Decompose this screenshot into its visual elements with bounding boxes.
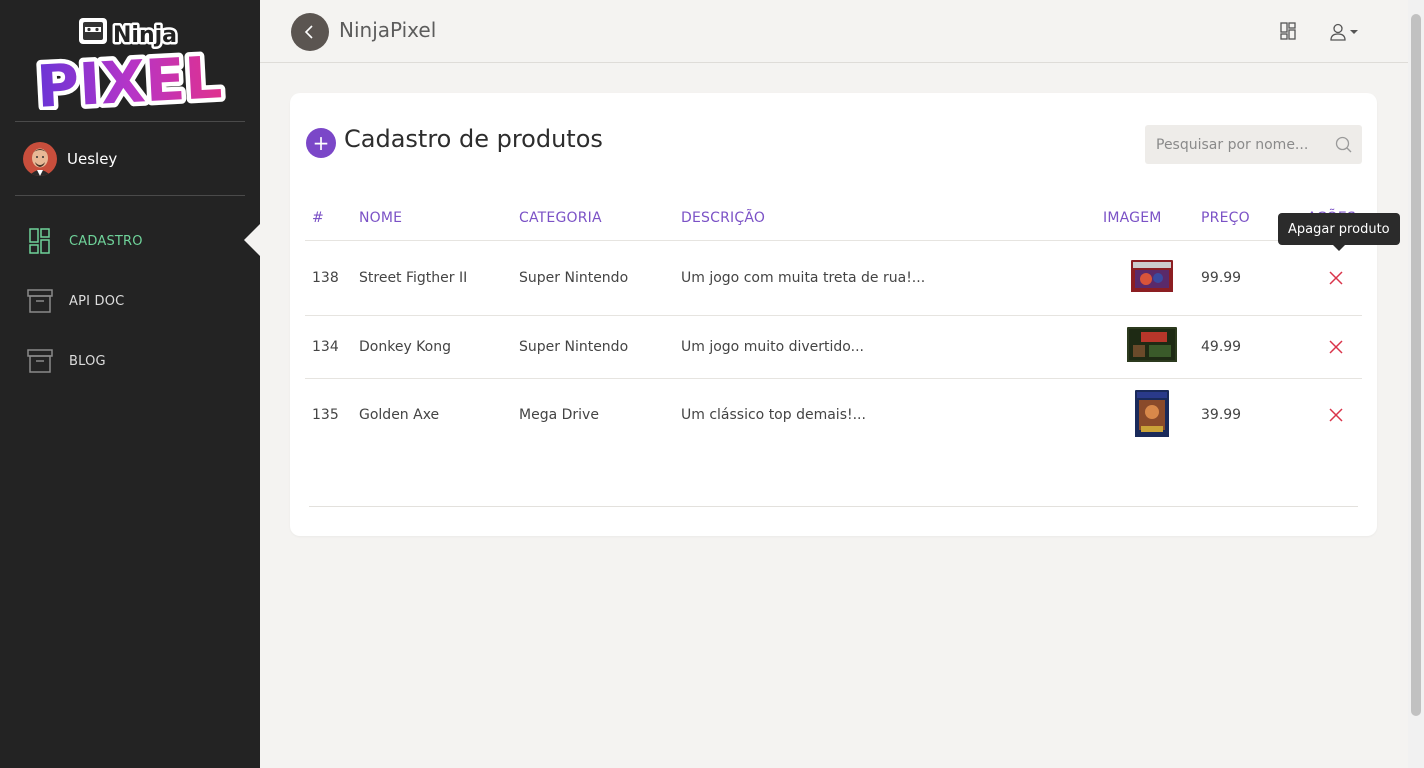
cell-name: Golden Axe [359,407,440,424]
delete-product-button[interactable] [1328,339,1344,355]
cell-price: 49.99 [1201,315,1281,379]
delete-product-button[interactable] [1328,407,1344,423]
back-button[interactable] [291,13,329,51]
search-box [1145,125,1362,164]
cell-actions [1281,315,1362,379]
search-input[interactable] [1156,136,1326,153]
cell-image [1103,315,1201,379]
cell-price: 99.99 [1201,240,1281,316]
user-menu-button[interactable] [1330,22,1364,42]
table-row[interactable]: 138 Street Figther II Super Nintendo Um … [305,240,1362,316]
close-icon [1329,270,1343,285]
cell-name: Street Figther II [359,240,519,316]
column-header-category[interactable]: CATEGORIA [519,196,681,241]
cell-category: Super Nintendo [519,315,681,379]
sidebar-item-cadastro[interactable]: CADASTRO [27,226,143,256]
page-title: Cadastro de produtos [344,125,603,153]
archive-box-icon [27,288,53,314]
user-profile[interactable]: Uesley [23,142,117,176]
active-indicator [244,224,260,256]
column-header-price[interactable]: PREÇO [1201,196,1281,241]
sidebar-item-blog[interactable]: BLOG [27,346,106,376]
svg-text:PIXEL: PIXEL [35,43,224,110]
sidebar-divider [15,121,245,122]
sidebar-divider [15,195,245,196]
cell-id: 134 [305,315,359,379]
chevron-left-icon [304,25,313,39]
product-thumbnail[interactable] [1135,389,1169,441]
cell-description: Um jogo com muita treta de rua!... [681,240,1103,316]
table-row[interactable]: 134 Donkey Kong Super Nintendo Um jogo m… [305,315,1362,379]
column-header-name[interactable]: NOME [359,196,519,241]
sidebar: Ninja Ninja PIXEL PIXEL Uesley CADASTRO … [0,0,260,768]
column-header-image: IMAGEM [1103,196,1201,241]
cell-image [1103,378,1201,452]
column-header-description[interactable]: DESCRIÇÃO [681,196,1103,241]
table-header-row: # NOME CATEGORIA DESCRIÇÃO IMAGEM PREÇO … [305,196,1362,241]
cell-price: 39.99 [1201,407,1242,424]
dashboard-grid-icon [27,228,53,254]
table-row[interactable]: 135 Golden Axe Mega Drive Um clássico to… [305,378,1362,452]
products-card: + Cadastro de produtos # NOME CATEGORIA … [290,93,1377,536]
scrollbar-thumb[interactable] [1411,14,1421,716]
sidebar-item-api-doc[interactable]: API DOC [27,286,124,316]
card-divider [309,506,1358,507]
svg-text:Ninja: Ninja [113,23,177,48]
products-table: # NOME CATEGORIA DESCRIÇÃO IMAGEM PREÇO … [305,196,1362,452]
cell-description: Um clássico top demais!... [681,407,866,424]
cell-id: 135 [312,407,339,424]
tooltip: Apagar produto [1278,213,1400,251]
scrollbar[interactable] [1408,0,1424,768]
close-icon [1329,408,1343,422]
app-title: NinjaPixel [339,18,437,42]
cell-category: Super Nintendo [519,240,681,316]
grid-layout-icon [1280,22,1296,40]
cell-actions [1281,240,1362,316]
cell-id: 138 [305,240,359,316]
product-thumbnail[interactable] [1131,259,1173,296]
cell-image [1103,240,1201,316]
cell-description: Um jogo muito divertido... [681,315,1103,379]
caret-down-icon [1350,30,1358,34]
archive-box-icon [27,348,53,374]
search-icon[interactable] [1335,136,1352,153]
sidebar-item-label: CADASTRO [69,233,143,249]
ninjapixel-logo: Ninja Ninja PIXEL PIXEL [33,18,227,110]
product-thumbnail[interactable] [1127,327,1177,366]
delete-product-button[interactable] [1328,270,1344,286]
user-name: Uesley [67,150,118,168]
sidebar-item-label: BLOG [69,353,106,369]
close-icon [1329,339,1343,354]
column-header-id[interactable]: # [305,196,359,241]
user-icon [1330,23,1346,41]
top-bar: NinjaPixel [260,0,1408,63]
cell-category: Mega Drive [519,407,599,424]
cell-name: Donkey Kong [359,315,519,379]
avatar [23,142,57,176]
sidebar-item-label: API DOC [69,293,125,309]
add-product-button[interactable]: + [306,128,336,158]
cell-actions [1281,378,1362,452]
grid-layout-button[interactable] [1280,22,1300,42]
